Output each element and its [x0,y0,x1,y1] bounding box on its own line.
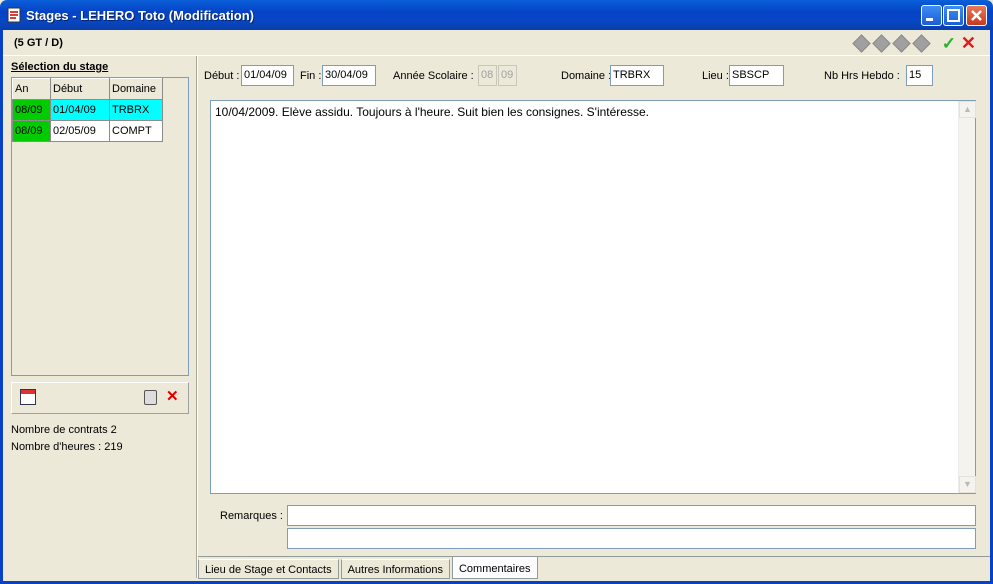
close-icon [971,10,982,21]
row-domaine[interactable]: COMPT [109,120,163,142]
last-record-icon[interactable] [912,34,931,53]
comment-text: 10/04/2009. Elève assidu. Toujours à l'h… [215,105,649,119]
delete-record-icon[interactable]: ✕ [166,389,182,405]
school-year-label: Année Scolaire : [393,70,474,82]
column-header-an[interactable]: An [12,78,51,100]
minimize-icon [926,18,933,21]
column-header-domaine[interactable]: Domaine [109,78,163,100]
weekly-hours-input[interactable]: 15 [906,65,933,86]
row-an[interactable]: 08/09 [12,99,51,121]
column-header-debut[interactable]: Début [50,78,110,100]
hours-count: Nombre d'heures : 219 [11,439,123,456]
internship-toolbar: ✕ [11,382,189,414]
tab-lieu-de-stage[interactable]: Lieu de Stage et Contacts [198,559,339,579]
remarks-label: Remarques : [220,510,283,522]
grid-header: An Début Domaine [12,78,163,100]
domaine-input[interactable]: TRBRX [610,65,664,86]
school-year-from-input: 08 [478,65,497,86]
fin-input[interactable]: 30/04/09 [322,65,376,86]
table-row[interactable]: 08/09 02/05/09 COMPT [12,120,163,142]
window-title: Stages - LEHERO Toto (Modification) [26,8,254,23]
lieu-input[interactable]: SBSCP [729,65,784,86]
lieu-label: Lieu : [702,70,729,82]
table-row[interactable]: 08/09 01/04/09 TRBRX [12,99,163,121]
close-window-button[interactable] [966,5,987,26]
hours-label: Nombre d'heures : [11,441,102,453]
row-debut[interactable]: 02/05/09 [50,120,110,142]
trash-icon[interactable] [144,390,157,405]
class-label: (5 GT / D) [14,37,63,49]
first-record-icon[interactable] [852,34,871,53]
cancel-icon[interactable]: ✕ [961,33,976,54]
row-domaine[interactable]: TRBRX [109,99,163,121]
weekly-hours-label: Nb Hrs Hebdo : [824,70,900,82]
scroll-up-icon[interactable]: ▲ [959,101,976,118]
record-navigation [852,34,931,53]
contracts-count: Nombre de contrats 2 [11,422,123,439]
maximize-icon [947,9,960,22]
scroll-down-icon[interactable]: ▼ [959,476,976,493]
tab-strip: Lieu de Stage et Contacts Autres Informa… [198,557,540,579]
remarks-input-line-1[interactable] [287,505,976,526]
panel-divider[interactable] [196,56,198,578]
internship-stats: Nombre de contrats 2 Nombre d'heures : 2… [11,422,123,456]
internship-grid[interactable]: An Début Domaine 08/09 01/04/09 TRBRX 08… [11,77,189,376]
debut-input[interactable]: 01/04/09 [241,65,294,86]
app-icon [7,7,21,23]
contracts-value: 2 [110,424,117,436]
row-an[interactable]: 08/09 [12,120,51,142]
domaine-label: Domaine : [561,70,612,82]
hours-value: 219 [104,441,123,453]
minimize-button[interactable] [921,5,942,26]
record-header: (5 GT / D) ✓ ✕ [3,30,990,56]
title-bar[interactable]: Stages - LEHERO Toto (Modification) [0,0,993,30]
validate-icon[interactable]: ✓ [942,34,956,54]
tab-commentaires[interactable]: Commentaires [451,557,538,579]
tab-autres-informations[interactable]: Autres Informations [340,559,450,579]
next-record-icon[interactable] [892,34,911,53]
comment-textarea[interactable]: 10/04/2009. Elève assidu. Toujours à l'h… [210,100,976,494]
internship-selection-title: Sélection du stage [11,61,109,73]
row-debut[interactable]: 01/04/09 [50,99,110,121]
calendar-icon[interactable] [20,389,36,405]
remarks-input-line-2[interactable] [287,528,976,549]
maximize-button[interactable] [943,5,964,26]
fin-label: Fin : [300,70,322,82]
previous-record-icon[interactable] [872,34,891,53]
comment-scrollbar[interactable]: ▲ ▼ [958,101,976,493]
contracts-label: Nombre de contrats [11,424,108,436]
school-year-to-input: 09 [498,65,517,86]
debut-label: Début : [204,70,240,82]
